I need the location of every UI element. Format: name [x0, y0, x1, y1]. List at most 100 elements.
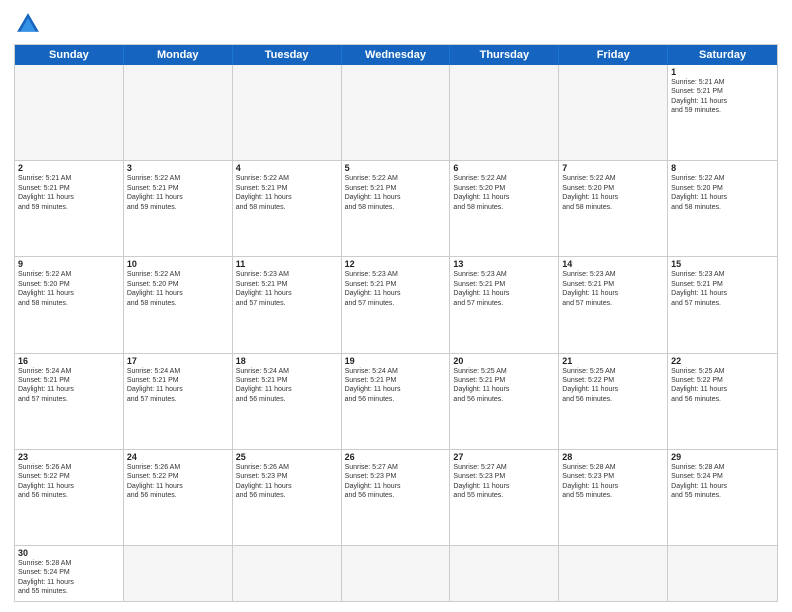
day-info: Sunrise: 5:28 AM Sunset: 5:24 PM Dayligh…	[671, 463, 774, 501]
day-cell-empty-5-2	[233, 546, 342, 601]
day-info: Sunrise: 5:22 AM Sunset: 5:20 PM Dayligh…	[18, 270, 120, 308]
day-cell-16: 16Sunrise: 5:24 AM Sunset: 5:21 PM Dayli…	[15, 354, 124, 449]
day-cell-2: 2Sunrise: 5:21 AM Sunset: 5:21 PM Daylig…	[15, 161, 124, 256]
day-info: Sunrise: 5:26 AM Sunset: 5:23 PM Dayligh…	[236, 463, 338, 501]
day-number: 18	[236, 356, 338, 366]
calendar-header: SundayMondayTuesdayWednesdayThursdayFrid…	[15, 45, 777, 65]
day-number: 20	[453, 356, 555, 366]
day-number: 25	[236, 452, 338, 462]
day-number: 12	[345, 259, 447, 269]
day-number: 21	[562, 356, 664, 366]
day-cell-8: 8Sunrise: 5:22 AM Sunset: 5:20 PM Daylig…	[668, 161, 777, 256]
day-cell-10: 10Sunrise: 5:22 AM Sunset: 5:20 PM Dayli…	[124, 257, 233, 352]
day-cell-5: 5Sunrise: 5:22 AM Sunset: 5:21 PM Daylig…	[342, 161, 451, 256]
day-cell-14: 14Sunrise: 5:23 AM Sunset: 5:21 PM Dayli…	[559, 257, 668, 352]
day-cell-empty-0-0	[15, 65, 124, 160]
day-number: 26	[345, 452, 447, 462]
day-cell-empty-5-6	[668, 546, 777, 601]
day-number: 15	[671, 259, 774, 269]
day-info: Sunrise: 5:23 AM Sunset: 5:21 PM Dayligh…	[562, 270, 664, 308]
day-number: 2	[18, 163, 120, 173]
cal-row-1: 2Sunrise: 5:21 AM Sunset: 5:21 PM Daylig…	[15, 160, 777, 256]
weekday-header-sunday: Sunday	[15, 45, 124, 65]
day-cell-27: 27Sunrise: 5:27 AM Sunset: 5:23 PM Dayli…	[450, 450, 559, 545]
cal-row-0: 1Sunrise: 5:21 AM Sunset: 5:21 PM Daylig…	[15, 65, 777, 160]
day-number: 9	[18, 259, 120, 269]
day-info: Sunrise: 5:23 AM Sunset: 5:21 PM Dayligh…	[453, 270, 555, 308]
day-info: Sunrise: 5:25 AM Sunset: 5:22 PM Dayligh…	[562, 367, 664, 405]
day-cell-21: 21Sunrise: 5:25 AM Sunset: 5:22 PM Dayli…	[559, 354, 668, 449]
weekday-header-friday: Friday	[559, 45, 668, 65]
day-info: Sunrise: 5:26 AM Sunset: 5:22 PM Dayligh…	[127, 463, 229, 501]
logo	[14, 10, 46, 38]
day-info: Sunrise: 5:22 AM Sunset: 5:20 PM Dayligh…	[127, 270, 229, 308]
day-cell-6: 6Sunrise: 5:22 AM Sunset: 5:20 PM Daylig…	[450, 161, 559, 256]
day-number: 4	[236, 163, 338, 173]
day-info: Sunrise: 5:22 AM Sunset: 5:21 PM Dayligh…	[345, 174, 447, 212]
weekday-header-saturday: Saturday	[668, 45, 777, 65]
day-number: 16	[18, 356, 120, 366]
day-number: 30	[18, 548, 120, 558]
calendar: SundayMondayTuesdayWednesdayThursdayFrid…	[14, 44, 778, 602]
day-info: Sunrise: 5:23 AM Sunset: 5:21 PM Dayligh…	[671, 270, 774, 308]
day-info: Sunrise: 5:24 AM Sunset: 5:21 PM Dayligh…	[345, 367, 447, 405]
day-info: Sunrise: 5:24 AM Sunset: 5:21 PM Dayligh…	[236, 367, 338, 405]
weekday-header-wednesday: Wednesday	[342, 45, 451, 65]
day-cell-30: 30Sunrise: 5:28 AM Sunset: 5:24 PM Dayli…	[15, 546, 124, 601]
day-cell-empty-0-5	[559, 65, 668, 160]
day-number: 23	[18, 452, 120, 462]
day-number: 7	[562, 163, 664, 173]
day-cell-12: 12Sunrise: 5:23 AM Sunset: 5:21 PM Dayli…	[342, 257, 451, 352]
day-info: Sunrise: 5:24 AM Sunset: 5:21 PM Dayligh…	[127, 367, 229, 405]
weekday-header-thursday: Thursday	[450, 45, 559, 65]
day-info: Sunrise: 5:28 AM Sunset: 5:23 PM Dayligh…	[562, 463, 664, 501]
weekday-header-tuesday: Tuesday	[233, 45, 342, 65]
day-number: 13	[453, 259, 555, 269]
day-number: 29	[671, 452, 774, 462]
day-number: 6	[453, 163, 555, 173]
day-cell-28: 28Sunrise: 5:28 AM Sunset: 5:23 PM Dayli…	[559, 450, 668, 545]
day-info: Sunrise: 5:27 AM Sunset: 5:23 PM Dayligh…	[345, 463, 447, 501]
day-number: 22	[671, 356, 774, 366]
day-info: Sunrise: 5:24 AM Sunset: 5:21 PM Dayligh…	[18, 367, 120, 405]
day-cell-empty-0-4	[450, 65, 559, 160]
day-cell-4: 4Sunrise: 5:22 AM Sunset: 5:21 PM Daylig…	[233, 161, 342, 256]
cal-row-3: 16Sunrise: 5:24 AM Sunset: 5:21 PM Dayli…	[15, 353, 777, 449]
day-number: 5	[345, 163, 447, 173]
day-cell-18: 18Sunrise: 5:24 AM Sunset: 5:21 PM Dayli…	[233, 354, 342, 449]
day-number: 10	[127, 259, 229, 269]
day-info: Sunrise: 5:27 AM Sunset: 5:23 PM Dayligh…	[453, 463, 555, 501]
day-info: Sunrise: 5:26 AM Sunset: 5:22 PM Dayligh…	[18, 463, 120, 501]
day-cell-20: 20Sunrise: 5:25 AM Sunset: 5:21 PM Dayli…	[450, 354, 559, 449]
day-number: 3	[127, 163, 229, 173]
day-cell-empty-5-5	[559, 546, 668, 601]
cal-row-4: 23Sunrise: 5:26 AM Sunset: 5:22 PM Dayli…	[15, 449, 777, 545]
day-info: Sunrise: 5:23 AM Sunset: 5:21 PM Dayligh…	[236, 270, 338, 308]
day-info: Sunrise: 5:21 AM Sunset: 5:21 PM Dayligh…	[18, 174, 120, 212]
day-cell-11: 11Sunrise: 5:23 AM Sunset: 5:21 PM Dayli…	[233, 257, 342, 352]
day-cell-26: 26Sunrise: 5:27 AM Sunset: 5:23 PM Dayli…	[342, 450, 451, 545]
day-cell-empty-0-1	[124, 65, 233, 160]
day-number: 27	[453, 452, 555, 462]
day-cell-empty-0-2	[233, 65, 342, 160]
cal-row-5: 30Sunrise: 5:28 AM Sunset: 5:24 PM Dayli…	[15, 545, 777, 601]
day-cell-29: 29Sunrise: 5:28 AM Sunset: 5:24 PM Dayli…	[668, 450, 777, 545]
day-info: Sunrise: 5:28 AM Sunset: 5:24 PM Dayligh…	[18, 559, 120, 597]
day-cell-9: 9Sunrise: 5:22 AM Sunset: 5:20 PM Daylig…	[15, 257, 124, 352]
day-cell-empty-5-4	[450, 546, 559, 601]
day-info: Sunrise: 5:21 AM Sunset: 5:21 PM Dayligh…	[671, 78, 774, 116]
day-cell-17: 17Sunrise: 5:24 AM Sunset: 5:21 PM Dayli…	[124, 354, 233, 449]
day-number: 28	[562, 452, 664, 462]
header	[14, 10, 778, 38]
day-cell-25: 25Sunrise: 5:26 AM Sunset: 5:23 PM Dayli…	[233, 450, 342, 545]
day-info: Sunrise: 5:22 AM Sunset: 5:21 PM Dayligh…	[236, 174, 338, 212]
day-cell-7: 7Sunrise: 5:22 AM Sunset: 5:20 PM Daylig…	[559, 161, 668, 256]
day-cell-1: 1Sunrise: 5:21 AM Sunset: 5:21 PM Daylig…	[668, 65, 777, 160]
day-number: 11	[236, 259, 338, 269]
day-info: Sunrise: 5:25 AM Sunset: 5:22 PM Dayligh…	[671, 367, 774, 405]
calendar-body: 1Sunrise: 5:21 AM Sunset: 5:21 PM Daylig…	[15, 65, 777, 601]
logo-icon	[14, 10, 42, 38]
weekday-header-monday: Monday	[124, 45, 233, 65]
day-cell-3: 3Sunrise: 5:22 AM Sunset: 5:21 PM Daylig…	[124, 161, 233, 256]
day-cell-empty-0-3	[342, 65, 451, 160]
